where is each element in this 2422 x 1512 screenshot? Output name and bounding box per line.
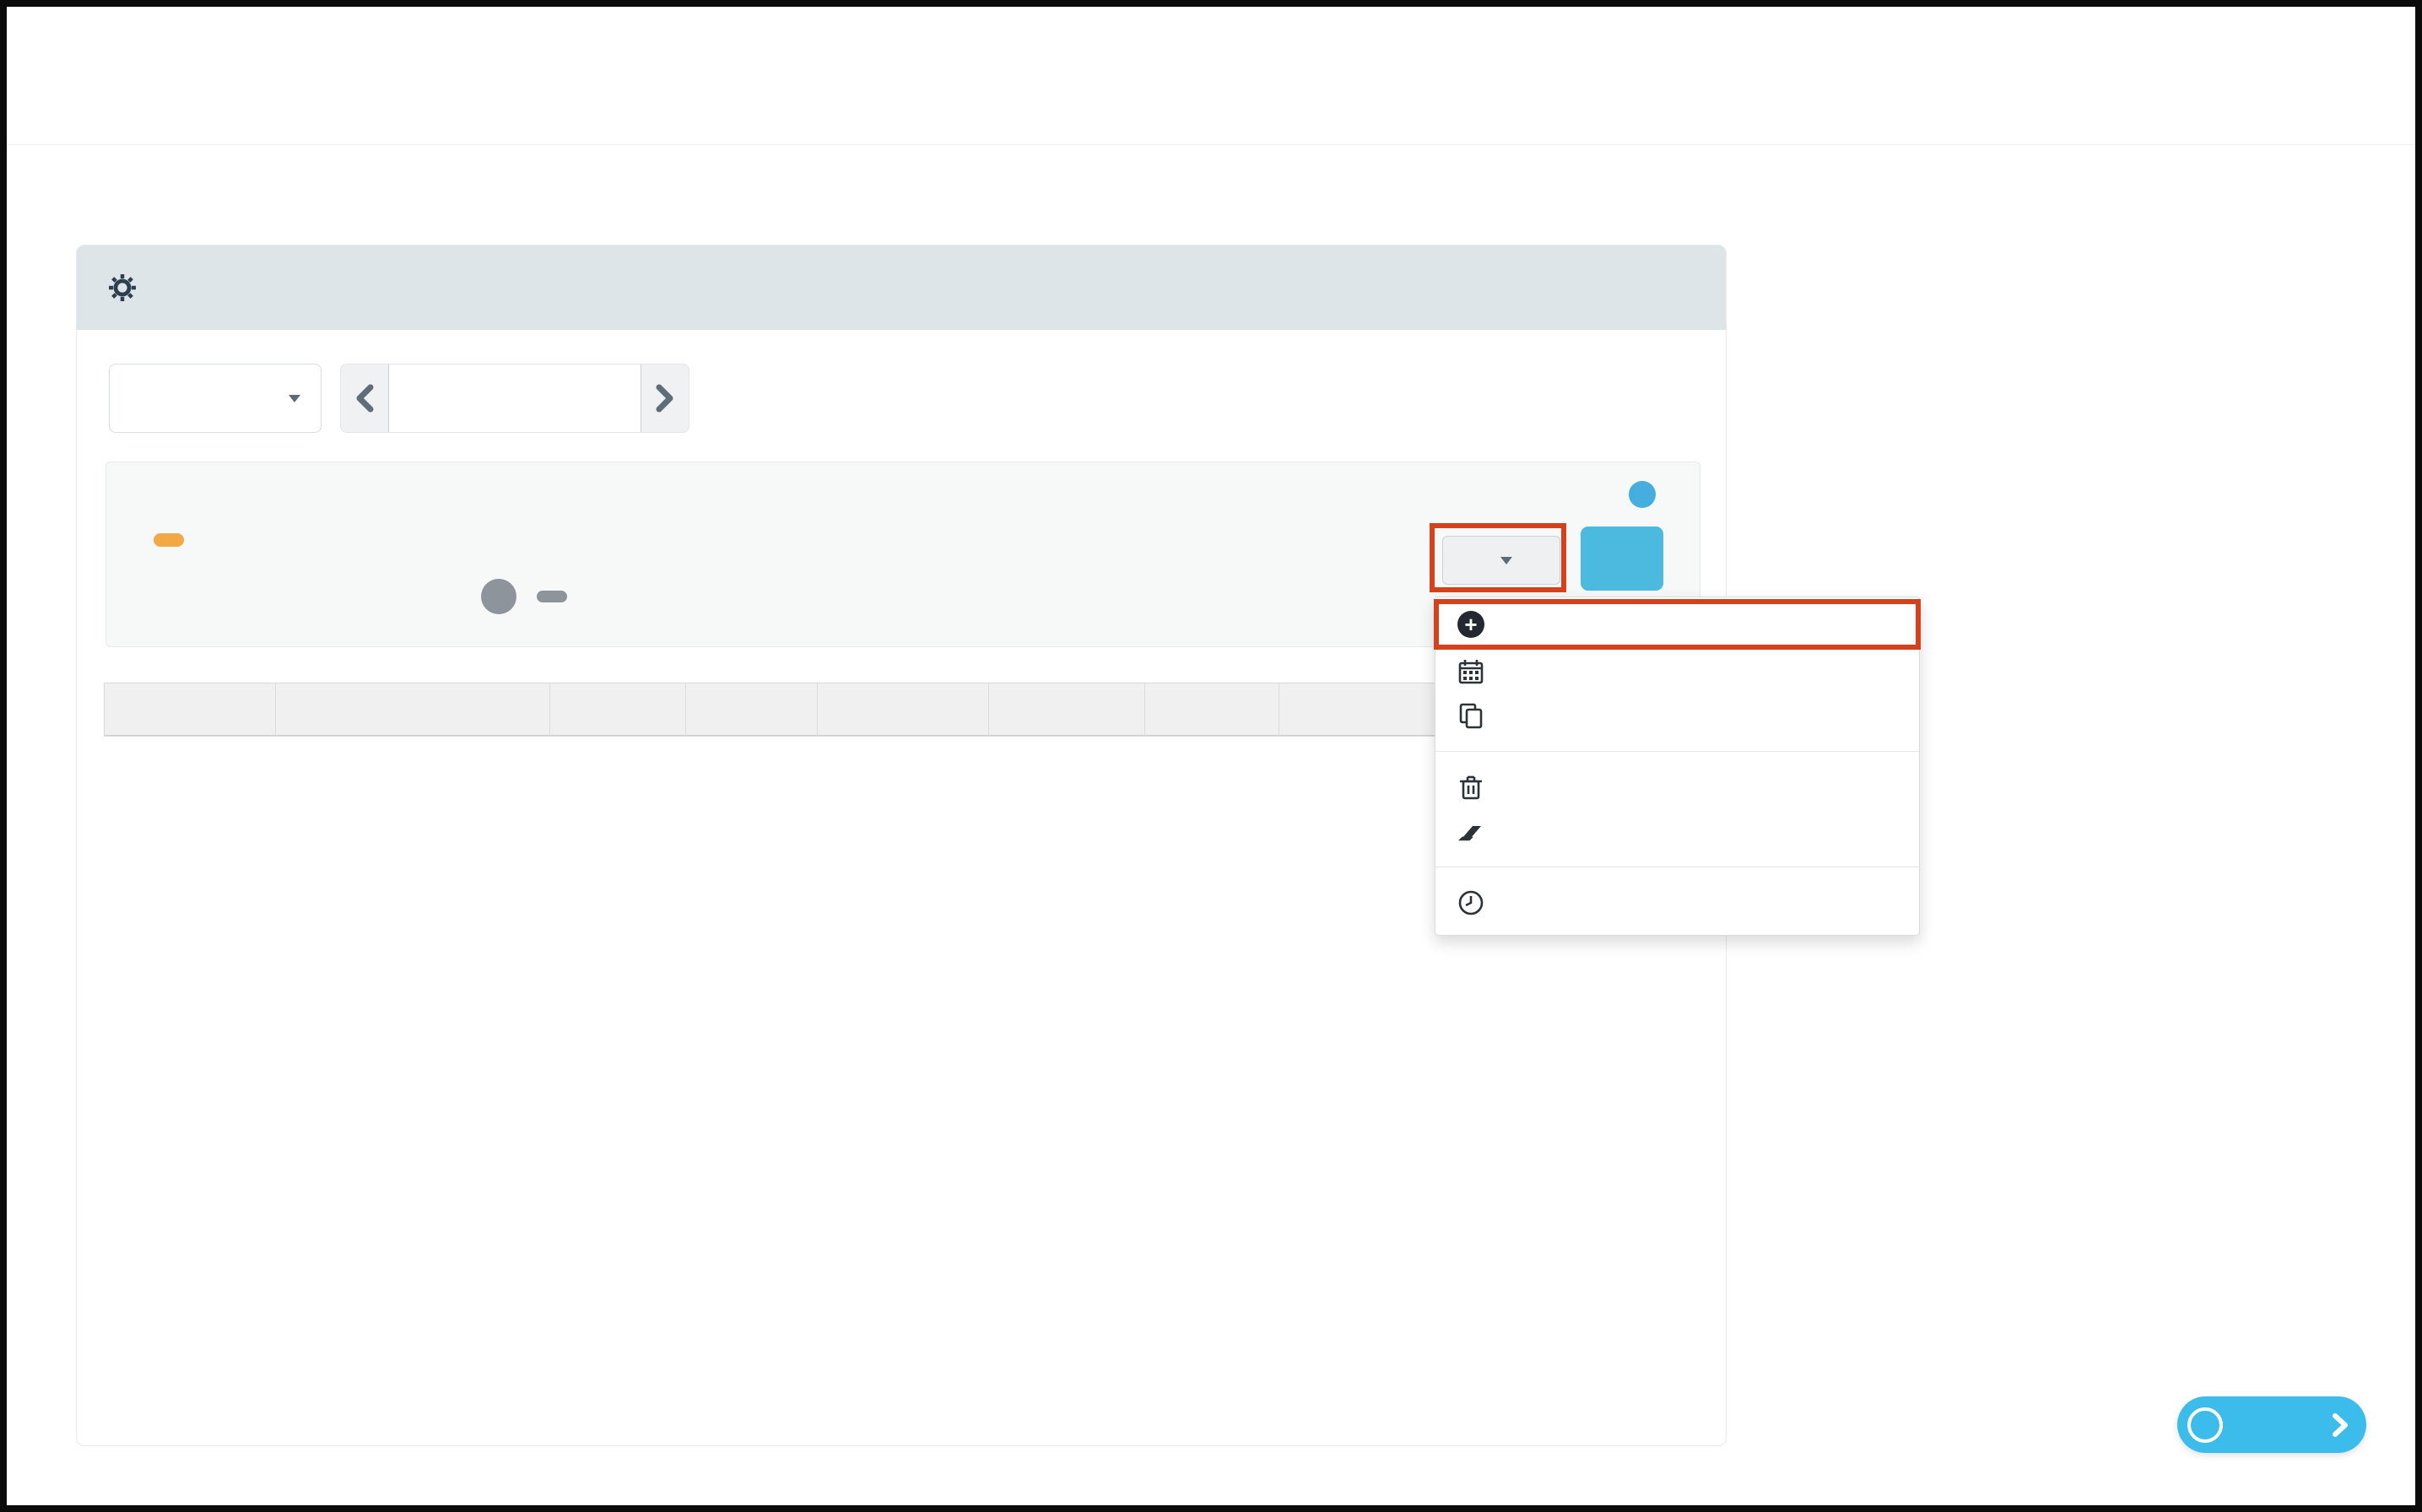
menu-item-add-standard-hours[interactable] bbox=[1435, 650, 1919, 694]
column-header-work-type bbox=[276, 683, 550, 736]
menu-divider bbox=[1435, 751, 1919, 752]
tips-link[interactable] bbox=[1629, 481, 1664, 508]
save-button[interactable] bbox=[1581, 526, 1663, 591]
period-type-select[interactable] bbox=[109, 364, 322, 433]
menu-item-clear-timesheets[interactable] bbox=[1435, 765, 1919, 809]
gear-icon bbox=[109, 274, 136, 301]
copy-icon bbox=[1457, 702, 1484, 729]
actions-dropdown-menu: + bbox=[1435, 597, 1920, 936]
total-counts bbox=[481, 579, 567, 614]
column-header-break-end bbox=[1145, 683, 1279, 736]
menu-item-enter-hours-mode[interactable] bbox=[1435, 881, 1919, 925]
menu-item-add-timesheet-line[interactable]: + bbox=[1434, 599, 1921, 650]
next-week-button[interactable] bbox=[641, 364, 689, 432]
clock-icon bbox=[1457, 889, 1484, 916]
question-circle-icon bbox=[2187, 1407, 2223, 1443]
column-header-units bbox=[818, 683, 989, 736]
column-header-break-start bbox=[989, 683, 1145, 736]
support-button[interactable] bbox=[2177, 1396, 2366, 1453]
trash-icon bbox=[1457, 774, 1484, 801]
chevron-right-icon bbox=[2331, 1412, 2349, 1438]
unsaved-status-badge bbox=[154, 533, 184, 547]
panel-header bbox=[77, 246, 1726, 330]
menu-item-copy-timesheets[interactable] bbox=[1435, 694, 1919, 737]
column-header-date bbox=[105, 683, 276, 736]
menu-item-revert-changes[interactable] bbox=[1435, 809, 1919, 853]
caret-down-icon bbox=[1500, 557, 1512, 564]
week-navigator bbox=[340, 364, 689, 433]
plus-circle-icon: + bbox=[1457, 611, 1484, 638]
column-header-start-time bbox=[550, 683, 686, 736]
app-window: + bbox=[0, 0, 2422, 1512]
calendar-icon bbox=[1457, 658, 1484, 685]
column-header-end-time bbox=[686, 683, 818, 736]
week-ending-date-input[interactable] bbox=[388, 364, 641, 432]
eraser-icon bbox=[1457, 818, 1484, 845]
actions-dropdown-button[interactable] bbox=[1442, 536, 1560, 585]
question-circle-icon bbox=[1629, 481, 1656, 508]
previous-week-button[interactable] bbox=[341, 364, 388, 432]
chevron-down-icon bbox=[289, 395, 300, 402]
total-count-badge bbox=[481, 579, 516, 614]
header-divider bbox=[7, 144, 2415, 145]
total-hours-badge bbox=[537, 591, 567, 602]
